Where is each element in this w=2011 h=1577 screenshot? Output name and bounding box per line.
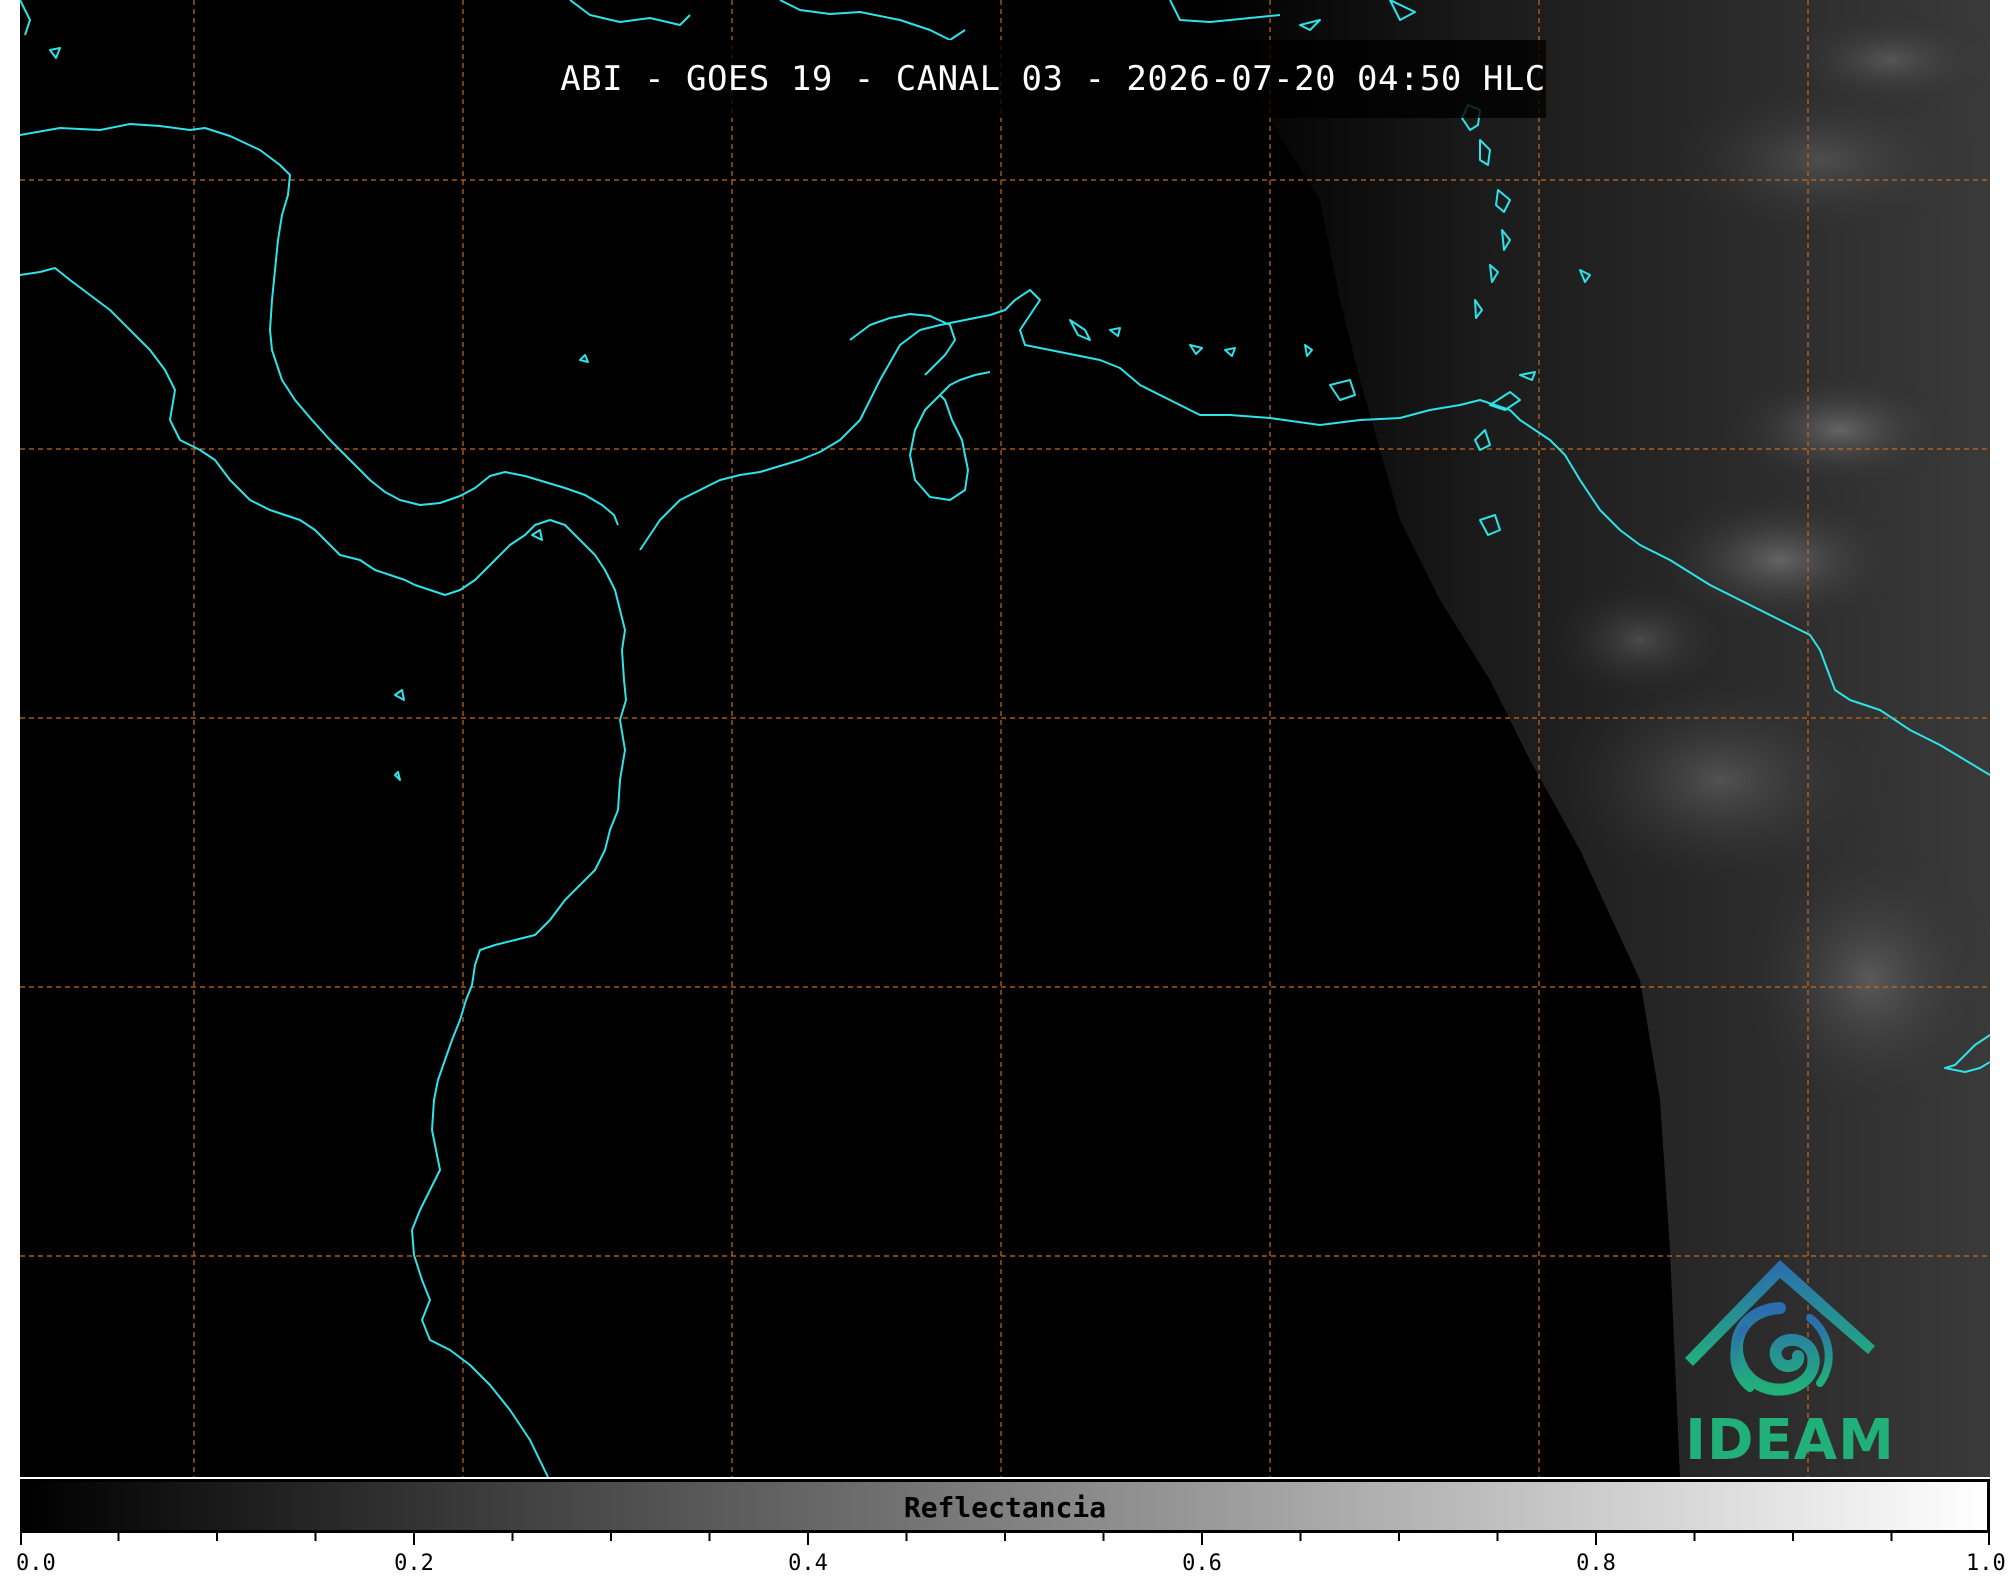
colorbar-label: Reflectancia bbox=[903, 1491, 1107, 1524]
colorbar-ticks: 0.0 0.2 0.4 0.6 0.8 1.0 bbox=[16, 1533, 2006, 1577]
colorbar-tick-label: 0.2 bbox=[394, 1551, 434, 1576]
map-title: ABI - GOES 19 - CANAL 03 - 2026-07-20 04… bbox=[560, 59, 1546, 99]
colorbar-tick-marks bbox=[20, 1533, 1990, 1545]
colorbar-tick-label: 0.8 bbox=[1576, 1551, 1616, 1576]
ideam-logo-icon bbox=[1685, 1260, 1875, 1396]
satellite-map[interactable]: ABI - GOES 19 - CANAL 03 - 2026-07-20 04… bbox=[20, 0, 1990, 1477]
map-title-box: ABI - GOES 19 - CANAL 03 - 2026-07-20 04… bbox=[560, 40, 1546, 118]
colorbar-tick-label: 1.0 bbox=[1966, 1551, 2006, 1576]
colorbar-tick-label: 0.4 bbox=[788, 1551, 828, 1576]
ideam-logo-text: IDEAM bbox=[1685, 1408, 1895, 1473]
ideam-logo: IDEAM bbox=[1660, 1248, 1920, 1473]
colorbar: Reflectancia bbox=[20, 1479, 1990, 1533]
colorbar-tick-label: 0.6 bbox=[1182, 1551, 1222, 1576]
colorbar-tick-label: 0.0 bbox=[16, 1551, 56, 1576]
